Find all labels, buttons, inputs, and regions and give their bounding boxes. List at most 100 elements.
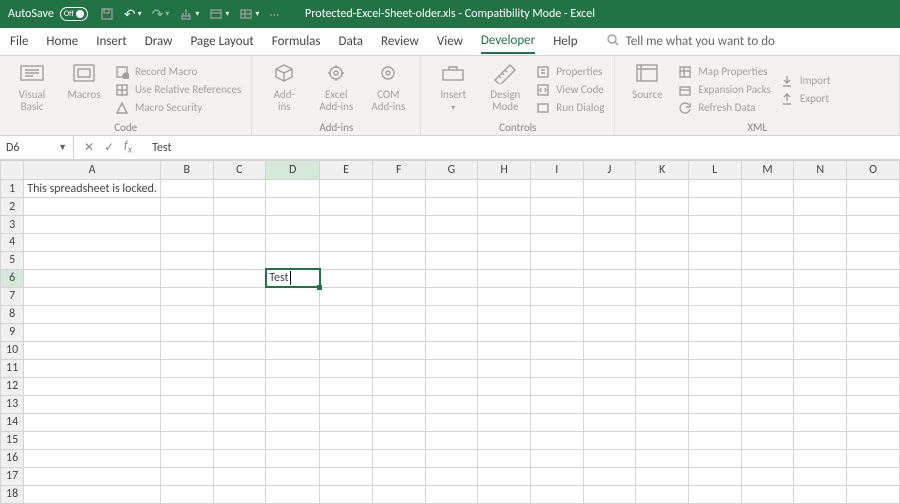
cell[interactable]: [320, 377, 373, 395]
cell[interactable]: [688, 377, 741, 395]
cell[interactable]: [372, 485, 425, 503]
cell[interactable]: [531, 395, 584, 413]
cell[interactable]: [213, 341, 266, 359]
column-header[interactable]: G: [425, 161, 478, 180]
tab-help[interactable]: Help: [553, 30, 577, 53]
cell[interactable]: [213, 305, 266, 323]
cell[interactable]: [24, 323, 161, 341]
cell[interactable]: [372, 449, 425, 467]
insert-button[interactable]: Insert ▾: [431, 60, 475, 119]
cell[interactable]: [266, 341, 320, 359]
cell[interactable]: [320, 431, 373, 449]
cell[interactable]: [478, 467, 531, 485]
cell[interactable]: [583, 359, 636, 377]
cell[interactable]: [24, 216, 161, 234]
cell[interactable]: [24, 485, 161, 503]
cell[interactable]: [741, 413, 794, 431]
cancel-icon[interactable]: ✕: [84, 140, 94, 155]
cell[interactable]: [741, 359, 794, 377]
cell[interactable]: [741, 467, 794, 485]
cell[interactable]: [24, 359, 161, 377]
cell[interactable]: [531, 287, 584, 305]
row-header[interactable]: 15: [1, 431, 24, 449]
cell[interactable]: [320, 180, 373, 198]
qat-item-2[interactable]: ▾: [239, 7, 259, 21]
cell[interactable]: [478, 449, 531, 467]
run-dialog-button[interactable]: Run Dialog: [535, 100, 604, 116]
row-header[interactable]: 17: [1, 467, 24, 485]
cell[interactable]: [688, 251, 741, 269]
column-header[interactable]: H: [478, 161, 531, 180]
cell[interactable]: [213, 287, 266, 305]
cell[interactable]: [425, 180, 478, 198]
cell[interactable]: [531, 467, 584, 485]
map-properties-button[interactable]: Map Properties: [677, 64, 770, 80]
cell[interactable]: [741, 269, 794, 287]
cell[interactable]: [741, 323, 794, 341]
cell[interactable]: [794, 251, 847, 269]
cell[interactable]: [372, 198, 425, 216]
visual-basic-button[interactable]: Visual Basic: [10, 60, 54, 119]
export-button[interactable]: Export: [779, 91, 831, 107]
cell[interactable]: [583, 413, 636, 431]
cell[interactable]: [636, 467, 689, 485]
cell[interactable]: [213, 234, 266, 252]
macro-security-button[interactable]: Macro Security: [114, 100, 241, 116]
cell[interactable]: [583, 341, 636, 359]
cell[interactable]: [478, 198, 531, 216]
qat-item-1[interactable]: ▾: [209, 7, 229, 21]
enter-icon[interactable]: ✓: [104, 140, 114, 155]
cell[interactable]: [160, 198, 213, 216]
cell[interactable]: [425, 216, 478, 234]
cell[interactable]: [688, 180, 741, 198]
cell[interactable]: [266, 413, 320, 431]
tab-review[interactable]: Review: [381, 30, 419, 53]
cell[interactable]: [160, 323, 213, 341]
cell[interactable]: [425, 485, 478, 503]
tab-formulas[interactable]: Formulas: [272, 30, 321, 53]
formula-input[interactable]: Test: [142, 141, 171, 155]
tab-developer[interactable]: Developer: [481, 29, 535, 54]
cell[interactable]: [213, 216, 266, 234]
cell[interactable]: [636, 485, 689, 503]
cell[interactable]: [320, 287, 373, 305]
cell[interactable]: [794, 180, 847, 198]
cell[interactable]: [213, 323, 266, 341]
cell[interactable]: [583, 377, 636, 395]
cell[interactable]: [372, 377, 425, 395]
cell[interactable]: [160, 251, 213, 269]
cell[interactable]: [320, 467, 373, 485]
cell[interactable]: [583, 323, 636, 341]
cell[interactable]: [24, 431, 161, 449]
cell[interactable]: [847, 449, 900, 467]
cell[interactable]: [794, 377, 847, 395]
row-header[interactable]: 7: [1, 287, 24, 305]
cell[interactable]: [213, 449, 266, 467]
spreadsheet-grid[interactable]: ABCDEFGHIJKLMNO1This spreadsheet is lock…: [0, 160, 900, 504]
cell[interactable]: [266, 234, 320, 252]
macros-button[interactable]: Macros: [62, 60, 106, 119]
cell[interactable]: [794, 305, 847, 323]
cell[interactable]: [847, 395, 900, 413]
cell[interactable]: [425, 269, 478, 287]
cell[interactable]: [266, 216, 320, 234]
cell[interactable]: [425, 323, 478, 341]
cell[interactable]: [636, 180, 689, 198]
cell[interactable]: [160, 269, 213, 287]
cell[interactable]: [372, 467, 425, 485]
cell[interactable]: [794, 216, 847, 234]
cell[interactable]: [583, 485, 636, 503]
cell[interactable]: [688, 359, 741, 377]
tab-page-layout[interactable]: Page Layout: [190, 30, 253, 53]
cell[interactable]: [794, 485, 847, 503]
cell[interactable]: [636, 287, 689, 305]
cell[interactable]: [531, 180, 584, 198]
cell[interactable]: [266, 377, 320, 395]
cell[interactable]: [636, 323, 689, 341]
cell[interactable]: This spreadsheet is locked.: [24, 180, 161, 198]
cell[interactable]: [847, 198, 900, 216]
row-header[interactable]: 1: [1, 180, 24, 198]
cell[interactable]: [636, 269, 689, 287]
cell[interactable]: [636, 449, 689, 467]
cell[interactable]: [847, 467, 900, 485]
